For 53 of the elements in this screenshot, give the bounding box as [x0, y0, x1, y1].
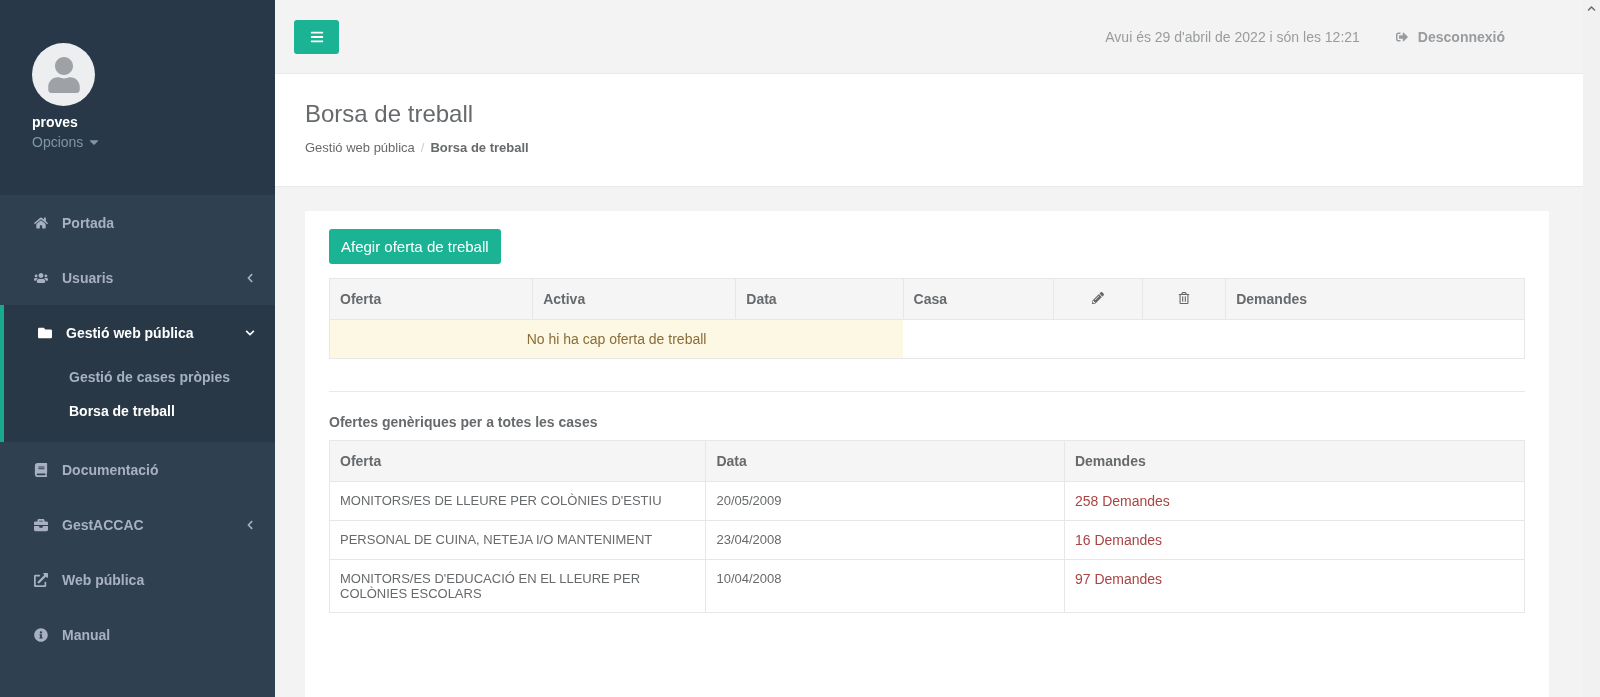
column-header: Oferta	[329, 278, 533, 320]
column-header: Data	[735, 278, 904, 320]
breadcrumb-separator: /	[420, 140, 425, 155]
section-title: Ofertes genèriques per a totes les cases	[329, 414, 599, 430]
column-header: Casa	[903, 278, 1054, 320]
nav-icon	[34, 517, 48, 532]
nav-subitem[interactable]: Borsa de treball	[4, 394, 275, 428]
requests-link[interactable]: 16 Demandes	[1074, 532, 1163, 548]
chevron-down-icon	[245, 327, 255, 338]
nav-item[interactable]: Gestió web pública	[4, 305, 275, 360]
menu-icon	[309, 29, 324, 44]
breadcrumb-link[interactable]: Gestió web pública	[305, 140, 415, 155]
date-time: Avui és 29 d'abril de 2022 i són les 12:21	[1105, 28, 1360, 45]
add-offer-button[interactable]: Afegir oferta de treball	[329, 229, 501, 264]
nav-item[interactable]: Portada	[4, 195, 275, 250]
table-cell: 10/04/2008	[705, 559, 1065, 613]
table-cell: 23/04/2008	[705, 520, 1065, 560]
column-header: Demandes	[1064, 440, 1525, 482]
nav-icon	[34, 462, 48, 477]
requests-link[interactable]: 97 Demandes	[1074, 571, 1163, 587]
nav-item[interactable]: Manual	[4, 607, 275, 662]
options-menu[interactable]: Opcions	[32, 134, 102, 150]
empty-message: No hi ha cap oferta de treball	[329, 319, 904, 359]
nav-subitem[interactable]: Gestió de cases pròpies	[4, 360, 275, 394]
logout-link[interactable]: Desconnexió	[1395, 28, 1505, 45]
pencil-icon	[1091, 292, 1104, 304]
sign-out-icon	[1395, 30, 1408, 43]
column-header: Demandes	[1225, 278, 1525, 320]
current-page-label: Borsa de treball	[430, 140, 529, 155]
trash-icon	[1177, 292, 1190, 304]
requests-link[interactable]: 258 Demandes	[1074, 493, 1170, 509]
nav-icon	[34, 270, 48, 285]
user-icon	[45, 56, 82, 93]
page-title: Borsa de treball	[305, 100, 475, 128]
table-cell: 20/05/2009	[705, 481, 1065, 521]
column-header: Data	[705, 440, 1065, 482]
nav-icon	[34, 215, 48, 230]
table-cell: MONITORS/ES D'EDUCACIÓ EN EL LLEURE PER COLÒNIES ESCOLARS	[329, 559, 706, 613]
chevron-left-icon	[245, 519, 255, 530]
nav-icon	[38, 325, 52, 340]
nav-item[interactable]: Web pública	[4, 552, 275, 607]
table-cell: PERSONAL DE CUINA, NETEJA I/O MANTENIMENT	[329, 520, 706, 560]
nav-item[interactable]: Usuaris	[4, 250, 275, 305]
nav-item[interactable]: Documentació	[4, 442, 275, 497]
user-name: proves	[32, 114, 78, 130]
column-header: Oferta	[329, 440, 706, 482]
nav-icon	[34, 572, 48, 587]
nav-item[interactable]: GestACCAC	[4, 497, 275, 552]
table-cell: MONITORS/ES DE LLEURE PER COLÒNIES D'ESTIU	[329, 481, 706, 521]
column-header: Activa	[532, 278, 736, 320]
menu-button[interactable]	[294, 19, 339, 54]
chevron-left-icon	[245, 272, 255, 283]
nav-icon	[34, 627, 48, 642]
